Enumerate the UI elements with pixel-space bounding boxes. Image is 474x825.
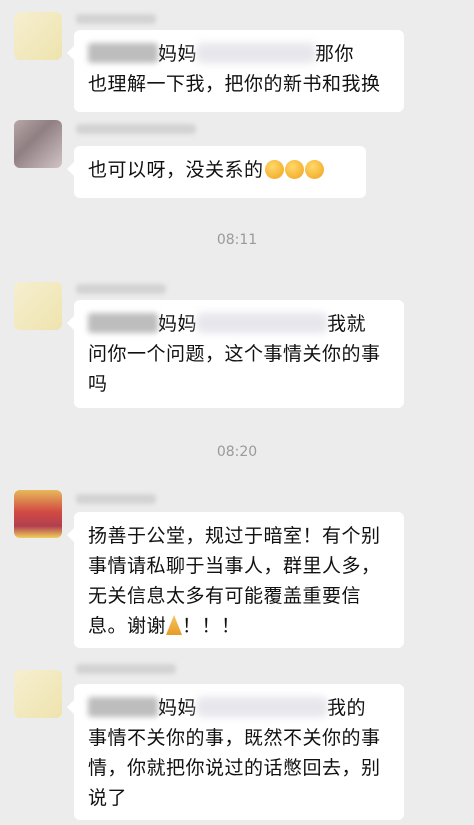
- clapping-hands-icon: [264, 160, 284, 179]
- redacted-text: [88, 313, 158, 333]
- message-line: 无关信息太多有可能覆盖重要信: [88, 585, 362, 607]
- timestamp: 08:11: [216, 232, 258, 248]
- avatar[interactable]: [14, 12, 62, 60]
- message-line: 问你一个问题，这个事情关你的事: [88, 343, 381, 365]
- message-line: 扬善于公堂，规过于暗室！有个别: [88, 525, 381, 547]
- redacted-text: [88, 43, 158, 63]
- timestamp: 08:20: [216, 444, 258, 460]
- message-line: 说了: [88, 787, 128, 809]
- message-line: 情，你就把你说过的话憋回去，别: [88, 757, 381, 779]
- avatar[interactable]: [14, 120, 62, 168]
- clapping-hands-icon: [304, 160, 324, 179]
- avatar[interactable]: [14, 282, 62, 330]
- sender-name: [76, 664, 176, 674]
- redacted-text: [197, 313, 328, 333]
- redacted-text: [88, 697, 158, 717]
- message-line: 事情不关你的事，既然不关你的事: [88, 727, 381, 749]
- message-line: 妈妈 那你: [88, 39, 390, 69]
- sender-name: [76, 124, 196, 134]
- message-line: 也理解一下我，把你的新书和我换: [88, 73, 381, 95]
- message-line: 事情请私聊于当事人，群里人多，: [88, 555, 381, 577]
- sender-name: [76, 284, 166, 294]
- message-line: 息。谢谢！！！: [88, 615, 241, 637]
- avatar[interactable]: [14, 490, 62, 538]
- message-bubble[interactable]: 扬善于公堂，规过于暗室！有个别 事情请私聊于当事人，群里人多， 无关信息太多有可…: [67, 512, 404, 648]
- message-text: 也可以呀，没关系的: [88, 159, 264, 181]
- redacted-text: [197, 43, 316, 63]
- message-bubble[interactable]: 妈妈 我就 问你一个问题，这个事情关你的事 吗: [67, 300, 404, 408]
- folded-hands-icon: [166, 615, 183, 635]
- message-line: 妈妈 我的: [88, 693, 390, 723]
- avatar[interactable]: [14, 670, 62, 718]
- message-bubble[interactable]: 也可以呀，没关系的: [67, 146, 366, 198]
- sender-name: [76, 14, 156, 24]
- message-bubble[interactable]: 妈妈 我的 事情不关你的事，既然不关你的事 情，你就把你说过的话憋回去，别 说了: [67, 684, 404, 820]
- sender-name: [76, 494, 156, 504]
- clapping-hands-icon: [284, 160, 304, 179]
- redacted-text: [197, 697, 328, 717]
- message-line: 吗: [88, 373, 108, 395]
- message-line: 妈妈 我就: [88, 309, 390, 339]
- message-bubble[interactable]: 妈妈 那你 也理解一下我，把你的新书和我换: [67, 30, 404, 112]
